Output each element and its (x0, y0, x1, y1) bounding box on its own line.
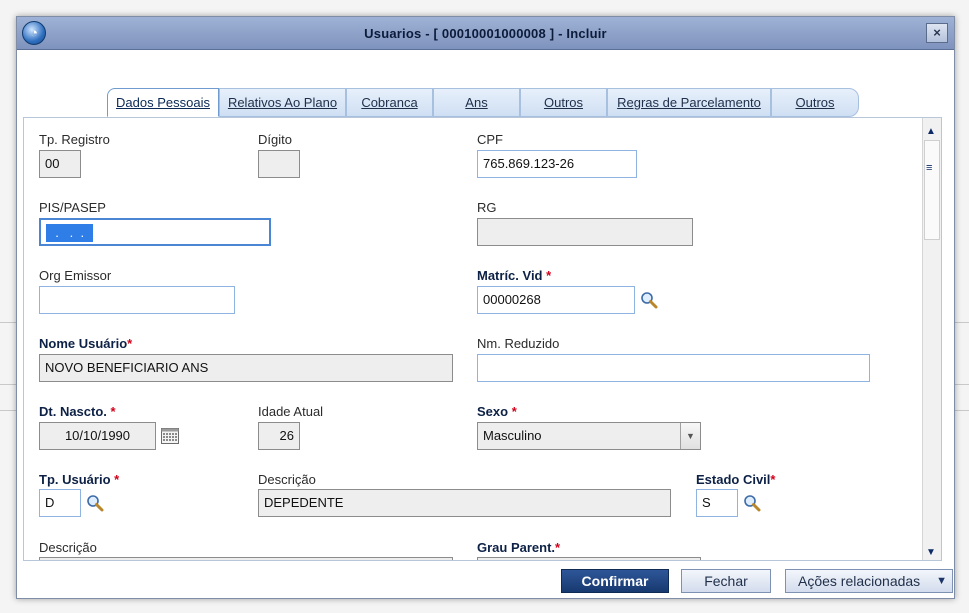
sexo-label: Sexo * (477, 404, 517, 419)
background-divider (955, 322, 969, 323)
idade-atual-field[interactable]: 26 (258, 422, 300, 450)
org-emissor-field[interactable] (39, 286, 235, 314)
chevron-down-icon[interactable]: ▼ (680, 423, 700, 449)
title-bar[interactable]: ◔ Usuarios - [ 00010001000008 ] - Inclui… (17, 17, 954, 50)
sexo-select[interactable]: Masculino ▼ (477, 422, 701, 450)
background-divider (0, 410, 16, 411)
tp-usuario-label: Tp. Usuário * (39, 472, 119, 487)
dados-pessoais-panel: Tp. Registro 00 Dígito CPF 765.869.123-2… (23, 117, 942, 561)
tp-registro-label: Tp. Registro (39, 132, 110, 147)
cpf-field[interactable]: 765.869.123-26 (477, 150, 637, 178)
scroll-down-icon[interactable]: ▼ (926, 547, 936, 558)
estado-civil-search-icon[interactable] (743, 494, 761, 512)
digito-field[interactable] (258, 150, 300, 178)
descricao-tp-field[interactable]: DEPEDENTE (258, 489, 671, 517)
nome-usuario-label-text: Nome Usuário (39, 336, 128, 351)
matric-vid-search-icon[interactable] (640, 291, 658, 309)
scroll-thumb[interactable] (924, 140, 940, 240)
acoes-relacionadas-button[interactable]: Ações relacionadas ▼ (785, 569, 953, 593)
tab-outros[interactable]: Outros (520, 88, 607, 117)
sexo-selected-value: Masculino (483, 428, 542, 443)
digito-label: Dígito (258, 132, 292, 147)
nm-reduzido-field[interactable] (477, 354, 870, 382)
pis-pasep-field[interactable]: . . . (39, 218, 271, 246)
nome-usuario-field[interactable]: NOVO BENEFICIARIO ANS (39, 354, 453, 382)
background-divider (955, 410, 969, 411)
grau-parent-field[interactable] (477, 557, 701, 560)
nome-usuario-label: Nome Usuário* (39, 336, 132, 351)
required-star: * (555, 540, 561, 555)
dt-nascto-field[interactable]: 10/10/1990 (39, 422, 156, 450)
close-window-button[interactable]: × (926, 23, 948, 43)
tp-registro-field[interactable]: 00 (39, 150, 81, 178)
matric-vid-label: Matríc. Vid * (477, 268, 551, 283)
confirmar-button[interactable]: Confirmar (561, 569, 669, 593)
grau-parent-label: Grau Parent.* (477, 540, 560, 555)
descricao-2-field[interactable] (39, 557, 453, 560)
required-star: * (546, 268, 552, 283)
cpf-label: CPF (477, 132, 503, 147)
required-star: * (127, 336, 133, 351)
tab-ans[interactable]: Ans (433, 88, 520, 117)
matric-vid-label-text: Matríc. Vid (477, 268, 543, 283)
vertical-scrollbar[interactable]: ▲ ≡ ▼ (922, 118, 941, 560)
matric-vid-field[interactable]: 00000268 (477, 286, 635, 314)
scroll-grip-icon: ≡ (926, 162, 933, 174)
window-title: Usuarios - [ 00010001000008 ] - Incluir (364, 26, 607, 41)
org-emissor-label: Org Emissor (39, 268, 112, 283)
dt-nascto-label: Dt. Nascto. * (39, 404, 116, 419)
dt-nascto-label-text: Dt. Nascto. (39, 404, 107, 419)
tp-usuario-search-icon[interactable] (86, 494, 104, 512)
scroll-up-icon[interactable]: ▲ (926, 126, 936, 137)
required-star: * (114, 472, 120, 487)
rg-label: RG (477, 200, 497, 215)
background-divider (0, 322, 16, 323)
tab-outros-2[interactable]: Outros (771, 88, 859, 117)
chevron-down-icon: ▼ (936, 575, 947, 587)
tab-relativos-ao-plano[interactable]: Relativos Ao Plano (219, 88, 346, 117)
background-divider (0, 384, 16, 385)
tp-usuario-label-text: Tp. Usuário (39, 472, 111, 487)
calendar-icon[interactable] (161, 428, 179, 444)
descricao-2-label: Descrição (39, 540, 97, 555)
descricao-tp-label: Descrição (258, 472, 316, 487)
tab-cobranca[interactable]: Cobranca (346, 88, 433, 117)
tab-dados-pessoais[interactable]: Dados Pessoais (107, 88, 219, 117)
pis-pasep-label: PIS/PASEP (39, 200, 106, 215)
usuarios-dialog: ◔ Usuarios - [ 00010001000008 ] - Inclui… (16, 16, 955, 599)
rg-field[interactable] (477, 218, 693, 246)
acoes-relacionadas-label: Ações relacionadas (798, 573, 921, 589)
grau-parent-label-text: Grau Parent. (477, 540, 556, 555)
required-star: * (770, 472, 776, 487)
tab-regras-de-parcelamento[interactable]: Regras de Parcelamento (607, 88, 771, 117)
pis-pasep-selected-text: . . . (46, 224, 94, 242)
sexo-label-text: Sexo (477, 404, 509, 419)
background-divider (955, 384, 969, 385)
idade-atual-label: Idade Atual (258, 404, 324, 419)
fechar-button[interactable]: Fechar (681, 569, 771, 593)
estado-civil-field[interactable]: S (696, 489, 738, 517)
required-star: * (511, 404, 517, 419)
required-star: * (110, 404, 116, 419)
estado-civil-label-text: Estado Civil (696, 472, 771, 487)
estado-civil-label: Estado Civil* (696, 472, 775, 487)
nm-reduzido-label: Nm. Reduzido (477, 336, 560, 351)
tp-usuario-field[interactable]: D (39, 489, 81, 517)
